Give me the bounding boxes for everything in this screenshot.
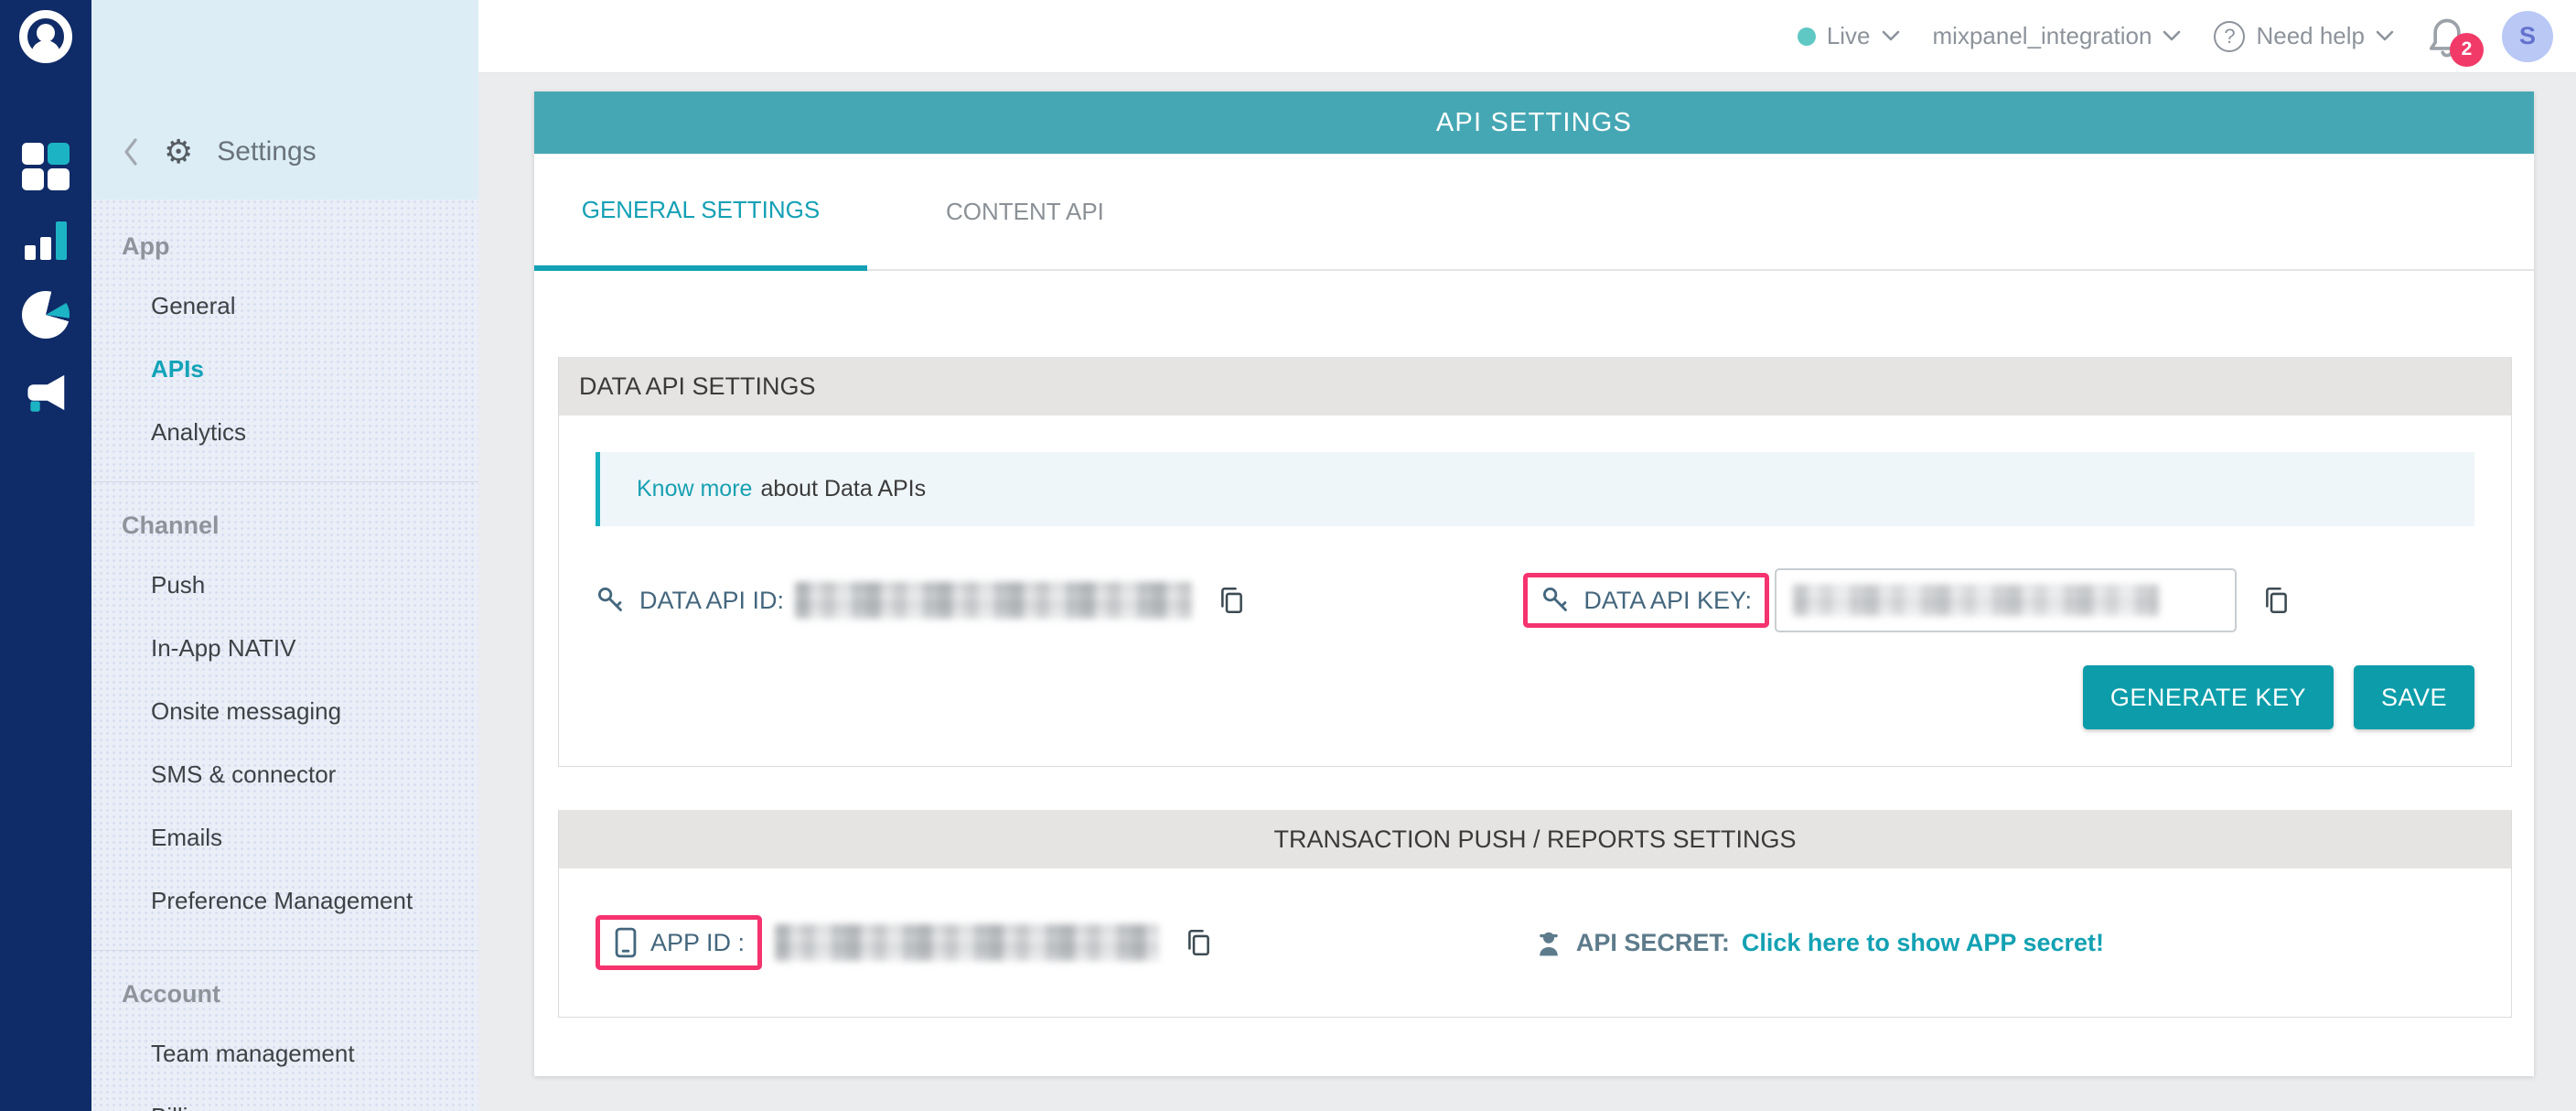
campaigns-megaphone-icon[interactable] (21, 368, 70, 417)
environment-selector[interactable]: Live (1798, 22, 1900, 50)
app-id-label: APP ID : (650, 929, 745, 957)
sidebar-section-account: Account (91, 980, 478, 1009)
copy-app-id-button[interactable] (1183, 927, 1214, 958)
api-secret-label: API SECRET: (1576, 929, 1730, 957)
sidebar-divider (91, 481, 478, 482)
transaction-push-section: TRANSACTION PUSH / REPORTS SETTINGS APP … (558, 810, 2512, 1018)
notifications-bell[interactable]: 2 (2427, 14, 2469, 59)
main-column: Live mixpanel_integration ? Need help (478, 0, 2576, 1111)
sidebar-divider (91, 950, 478, 951)
grid-cell-accent (48, 143, 70, 165)
bar-shape (25, 245, 36, 260)
tab-general-settings[interactable]: GENERAL SETTINGS (534, 154, 867, 271)
data-api-key-group: DATA API KEY: (1523, 568, 2292, 632)
data-api-key-highlight-box: DATA API KEY: (1523, 573, 1769, 628)
key-icon (1540, 585, 1572, 616)
sidebar-item-apis[interactable]: APIs (91, 355, 478, 383)
api-secret-group: API SECRET: Click here to show APP secre… (1534, 927, 2104, 958)
environment-label: Live (1827, 22, 1871, 50)
analytics-bars-icon[interactable] (22, 220, 70, 260)
project-name: mixpanel_integration (1933, 22, 2152, 50)
sidebar-title: Settings (217, 136, 316, 167)
data-api-settings-section: DATA API SETTINGS Know more about Data A… (558, 357, 2512, 767)
dashboard-grid-icon[interactable] (22, 143, 70, 190)
project-selector[interactable]: mixpanel_integration (1933, 22, 2182, 50)
bar-shape-accent (56, 221, 67, 260)
grid-cell (22, 143, 44, 165)
copy-icon (1183, 927, 1214, 958)
app-id-group: APP ID : (596, 915, 1214, 970)
sidebar-item-sms-connector[interactable]: SMS & connector (91, 760, 478, 789)
sidebar-item-team-management[interactable]: Team management (91, 1040, 478, 1068)
help-menu[interactable]: ? Need help (2214, 21, 2394, 52)
topbar: Live mixpanel_integration ? Need help (478, 0, 2576, 73)
help-label: Need help (2256, 22, 2365, 50)
redacted-data-api-key-value (1793, 585, 2159, 616)
chevron-left-icon[interactable] (122, 137, 140, 167)
grid-cell (48, 168, 70, 190)
copy-data-api-id-button[interactable] (1216, 585, 1247, 616)
info-text: about Data APIs (760, 476, 926, 502)
generate-key-button[interactable]: GENERATE KEY (2083, 665, 2334, 729)
icon-rail (0, 0, 91, 1111)
grid-cell (22, 168, 44, 190)
redacted-app-id-value (775, 924, 1159, 961)
data-api-section-title: DATA API SETTINGS (559, 357, 2511, 415)
sidebar-item-inapp-nativ[interactable]: In-App NATIV (91, 634, 478, 663)
brand-logo-icon[interactable] (19, 10, 72, 63)
page-title: API SETTINGS (534, 92, 2534, 154)
tab-bar: GENERAL SETTINGS CONTENT API (534, 154, 2534, 271)
tab-content-api[interactable]: CONTENT API (946, 154, 1104, 269)
settings-sidebar: ⚙ Settings App General APIs Analytics Ch… (91, 0, 478, 1111)
sidebar-header: ⚙ Settings (91, 0, 478, 200)
show-app-secret-link[interactable]: Click here to show APP secret! (1742, 929, 2104, 957)
sidebar-item-general[interactable]: General (91, 292, 478, 320)
notification-count-badge: 2 (2450, 33, 2484, 67)
sidebar-item-preference-management[interactable]: Preference Management (91, 887, 478, 915)
key-icon (596, 585, 627, 616)
live-status-dot (1798, 27, 1816, 46)
know-more-link[interactable]: Know more (637, 476, 752, 502)
sidebar-section-channel: Channel (91, 512, 478, 540)
copy-icon (2260, 585, 2292, 616)
user-avatar[interactable]: S (2502, 11, 2553, 62)
copy-icon (1216, 585, 1247, 616)
sidebar-item-emails[interactable]: Emails (91, 824, 478, 852)
chevron-down-icon (2163, 30, 2181, 42)
transaction-section-title: TRANSACTION PUSH / REPORTS SETTINGS (559, 810, 2511, 868)
data-api-id-label: DATA API ID: (639, 587, 784, 615)
know-more-info-box: Know more about Data APIs (596, 452, 2474, 526)
sidebar-item-analytics[interactable]: Analytics (91, 418, 478, 447)
gear-icon: ⚙ (164, 135, 193, 168)
api-settings-card: API SETTINGS GENERAL SETTINGS CONTENT AP… (534, 92, 2534, 1076)
bar-shape (40, 237, 51, 260)
sidebar-item-onsite-messaging[interactable]: Onsite messaging (91, 697, 478, 726)
segments-pie-icon[interactable] (22, 291, 70, 339)
content-area: API SETTINGS GENERAL SETTINGS CONTENT AP… (478, 73, 2576, 1111)
sidebar-item-billing[interactable]: Billing (91, 1103, 478, 1111)
data-api-key-input[interactable] (1775, 568, 2237, 632)
logo-head-shape (37, 24, 55, 42)
redacted-data-api-id-value (795, 582, 1192, 619)
sidebar-menu: App General APIs Analytics Channel Push … (91, 200, 478, 1111)
phone-icon (613, 927, 639, 958)
copy-data-api-key-button[interactable] (2260, 585, 2292, 616)
app-screen: ⚙ Settings App General APIs Analytics Ch… (0, 0, 2576, 1111)
logo-shoulders-shape (31, 40, 60, 56)
sidebar-item-push[interactable]: Push (91, 571, 478, 599)
secret-icon (1534, 927, 1563, 958)
question-icon: ? (2214, 21, 2245, 52)
save-button[interactable]: SAVE (2354, 665, 2474, 729)
sidebar-section-app: App (91, 232, 478, 261)
data-api-key-label: DATA API KEY: (1583, 587, 1752, 615)
chevron-down-icon (2376, 30, 2394, 42)
chevron-down-icon (1882, 30, 1900, 42)
app-id-highlight-box: APP ID : (596, 915, 762, 970)
